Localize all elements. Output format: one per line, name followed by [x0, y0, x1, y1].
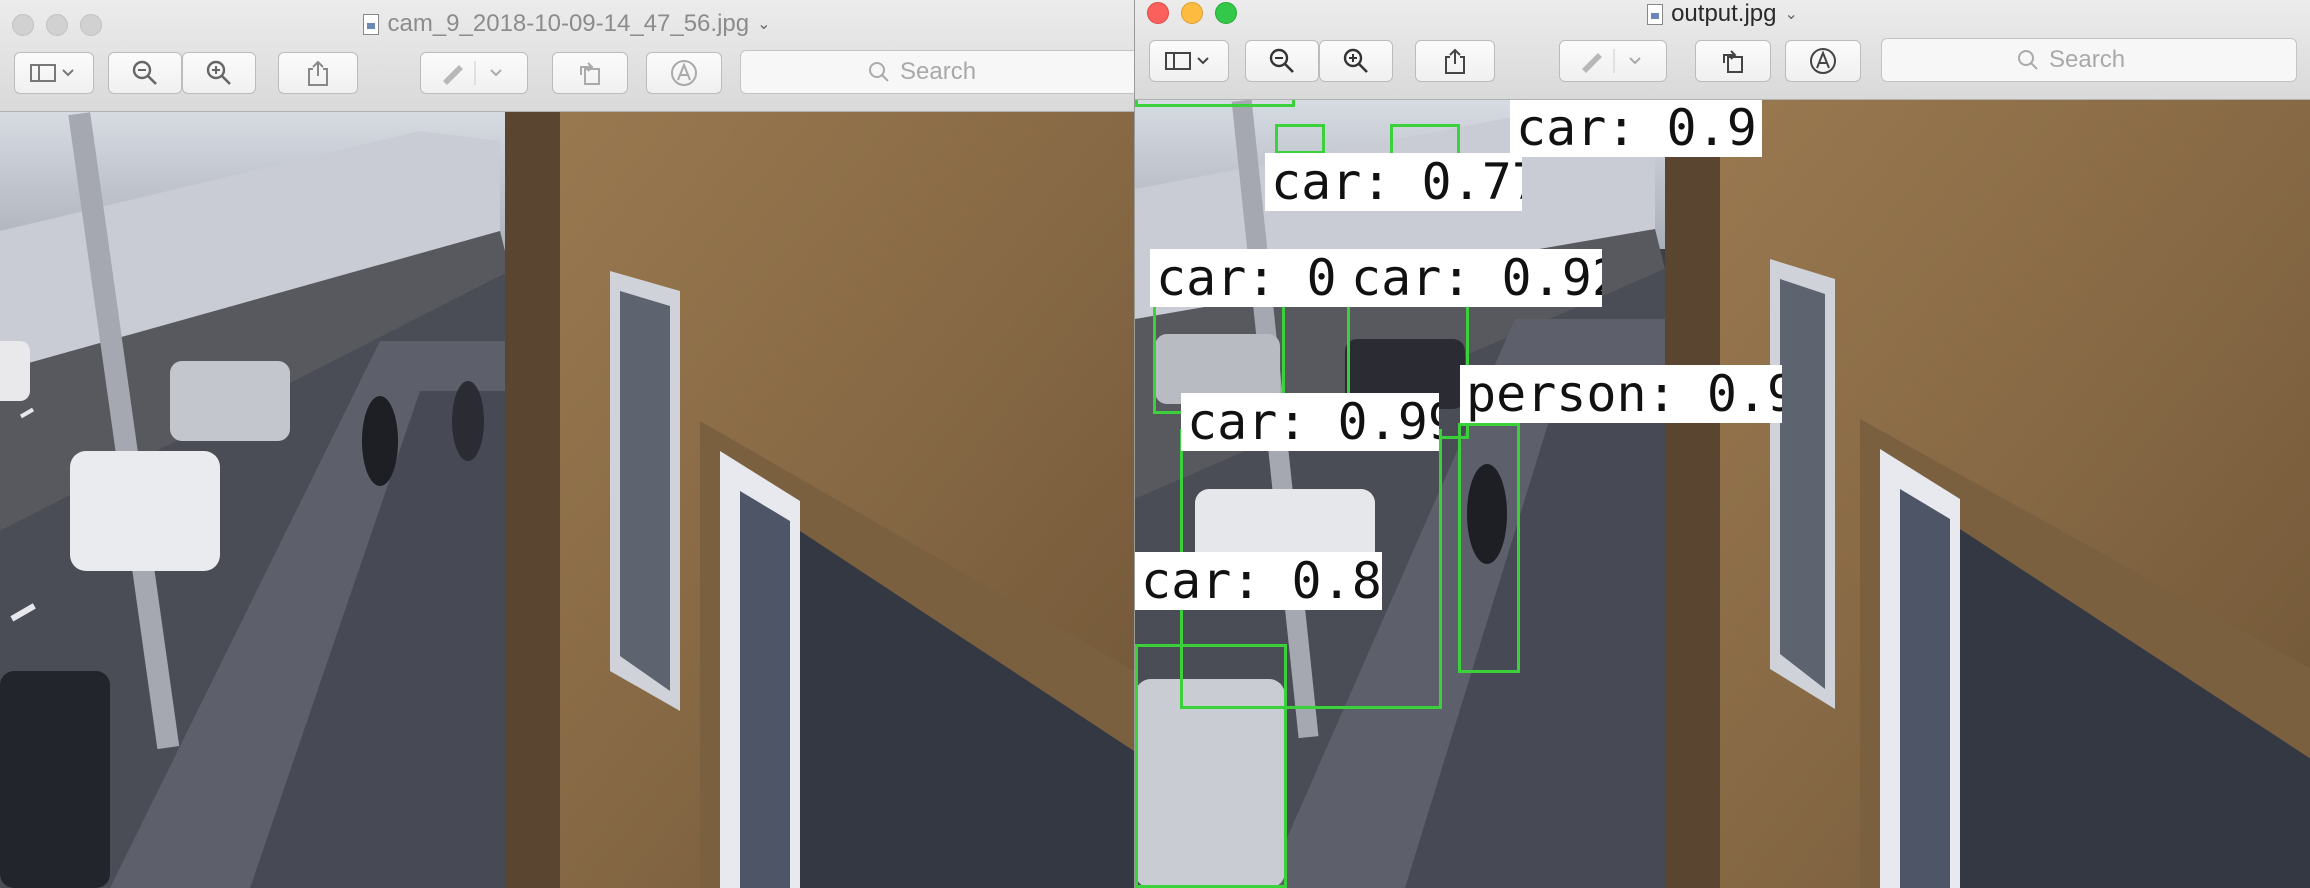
window-chrome-right: output.jpg ⌄ [1135, 0, 2310, 100]
rotate-button[interactable] [1695, 40, 1771, 82]
rotate-icon [580, 62, 600, 85]
chevron-down-icon: ⌄ [1784, 6, 1798, 23]
window-chrome-left: cam_9_2018-10-09-14_47_56.jpg ⌄ [0, 0, 1134, 112]
preview-window-left: cam_9_2018-10-09-14_47_56.jpg ⌄ [0, 0, 1134, 888]
window-title-right[interactable]: output.jpg ⌄ [1135, 0, 2310, 28]
detection-box [1135, 644, 1287, 888]
share-button[interactable] [1415, 40, 1495, 82]
detection-label: car: 0.9 [1150, 249, 1357, 307]
zoom-in-button[interactable] [1319, 40, 1393, 82]
annotate-icon [671, 60, 697, 86]
search-input[interactable] [2047, 45, 2161, 75]
detection-label: car: 0.99 [1181, 393, 1439, 451]
annotate-icon [1810, 48, 1836, 74]
share-icon [1445, 48, 1465, 74]
rotate-icon [1723, 50, 1743, 73]
document-icon [363, 13, 380, 35]
sidebar-icon [30, 64, 74, 82]
photo-view-right: car: 0.77 car: 0.91 car: 0.9 car: 0.92 p… [1135, 99, 2310, 888]
detection-box [1135, 99, 1295, 107]
markup-pen-icon [1582, 49, 1641, 73]
search-icon [2018, 50, 2038, 70]
zoom-in-icon [206, 60, 231, 85]
detection-label: car: 0.91 [1510, 99, 1762, 157]
detection-label: car: 0.92 [1345, 249, 1602, 307]
document-icon [1647, 3, 1664, 25]
window-title-text: output.jpg [1671, 0, 1777, 27]
markup-button[interactable] [420, 52, 528, 94]
zoom-out-button[interactable] [108, 52, 182, 94]
zoom-in-icon [1343, 48, 1368, 73]
preview-window-right: car: 0.77 car: 0.91 car: 0.9 car: 0.92 p… [1134, 0, 2310, 888]
zoom-out-icon [132, 60, 157, 85]
zoom-out-icon [1269, 48, 1294, 73]
search-field-left[interactable] [740, 50, 1134, 94]
search-field-right[interactable] [1881, 38, 2297, 82]
search-input[interactable] [898, 57, 1012, 87]
photo-view-left [0, 111, 1134, 888]
detection-box [1458, 423, 1520, 673]
share-button[interactable] [278, 52, 358, 94]
share-icon [308, 60, 328, 86]
detection-box [1275, 124, 1325, 154]
zoom-out-button[interactable] [1245, 40, 1319, 82]
detection-label: car: 0.81 [1135, 552, 1382, 610]
chevron-down-icon: ⌄ [757, 16, 771, 33]
zoom-in-button[interactable] [182, 52, 256, 94]
markup-pen-icon [443, 61, 502, 85]
sidebar-button[interactable] [1149, 40, 1229, 82]
markup-button[interactable] [1559, 40, 1667, 82]
detection-label: person: 0.98 [1460, 365, 1782, 423]
annotate-button[interactable] [646, 52, 722, 94]
street-scene-image [0, 111, 1134, 888]
window-title-left[interactable]: cam_9_2018-10-09-14_47_56.jpg ⌄ [0, 10, 1134, 38]
detection-label: car: 0.77 [1265, 153, 1522, 211]
sidebar-icon [1165, 52, 1209, 70]
annotate-button[interactable] [1785, 40, 1861, 82]
sidebar-button[interactable] [14, 52, 94, 94]
window-title-text: cam_9_2018-10-09-14_47_56.jpg [387, 10, 750, 37]
search-icon [869, 62, 889, 82]
rotate-button[interactable] [552, 52, 628, 94]
